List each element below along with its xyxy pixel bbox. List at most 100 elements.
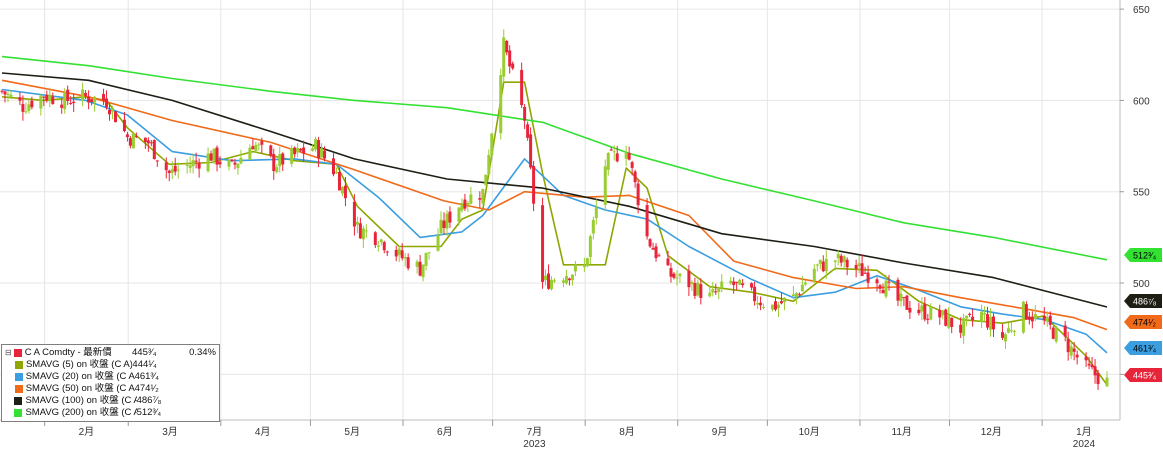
candle xyxy=(564,269,568,285)
candle xyxy=(1063,320,1067,342)
legend-swatch xyxy=(14,373,23,381)
candle xyxy=(729,276,733,285)
x-tick-label: 2月 xyxy=(79,426,95,438)
candle xyxy=(481,188,485,205)
candle xyxy=(272,148,276,180)
candle xyxy=(926,313,930,325)
candle xyxy=(1069,341,1073,360)
candle xyxy=(1030,311,1034,329)
candle xyxy=(155,160,159,167)
x-axis: 2月 3月 4月 5月 6月 7月2023 8月 9月 10月 11月 12月 1月2024 xyxy=(0,419,1120,450)
candle xyxy=(215,145,219,172)
x-tick-label: 8月 xyxy=(619,426,635,438)
series-line-5 xyxy=(1,55,1108,261)
candle xyxy=(197,158,201,178)
expand-icon[interactable]: ⊟ xyxy=(5,347,12,359)
candle xyxy=(281,152,285,171)
candle xyxy=(591,216,595,240)
x-tick-label: 5月 xyxy=(344,426,360,438)
legend-entry: ⊟ C A Comdty - 最新價 445³⁄₄ 0.34% xyxy=(5,347,216,359)
value-tag: 461³⁄₄ xyxy=(1124,341,1162,355)
candle xyxy=(51,92,55,105)
candle xyxy=(236,163,240,175)
y-tick-label: 550 xyxy=(1133,188,1150,199)
x-tick-year-label: 2023 xyxy=(523,439,546,450)
x-tick-label: 11月 xyxy=(892,426,912,438)
candle xyxy=(762,303,766,310)
candle xyxy=(1012,329,1016,337)
candle xyxy=(128,136,132,149)
candle xyxy=(971,308,975,327)
candle xyxy=(87,90,91,110)
legend-series-value: 461³⁄₄ xyxy=(134,371,160,382)
candle xyxy=(484,174,488,186)
candle xyxy=(570,273,574,286)
value-tag-label: 461³⁄₄ xyxy=(1133,344,1157,354)
candle xyxy=(296,143,300,158)
candle xyxy=(269,144,273,158)
legend-swatch xyxy=(13,349,22,357)
candle xyxy=(355,216,359,234)
candle xyxy=(547,264,551,290)
x-tick-year-label: 2024 xyxy=(1073,439,1096,450)
legend-series-name: C A Comdty - 最新價 xyxy=(24,347,112,358)
legend-series-change: 0.34% xyxy=(189,347,216,358)
candle xyxy=(102,88,106,105)
candle xyxy=(699,278,703,305)
candle xyxy=(105,90,109,110)
candle xyxy=(239,149,243,165)
legend-series-name: SMAVG (20) on 收盤 (C A) xyxy=(25,371,135,382)
candle xyxy=(1027,311,1031,325)
candle xyxy=(191,153,195,174)
candle xyxy=(358,217,362,239)
candle xyxy=(48,87,52,108)
candle xyxy=(669,262,673,283)
candle xyxy=(1003,332,1007,349)
candle xyxy=(302,140,306,162)
legend-series-value: 474¹⁄₂ xyxy=(134,383,159,394)
candle xyxy=(774,297,777,312)
candle xyxy=(561,277,565,288)
candle xyxy=(1024,301,1028,320)
candle xyxy=(657,253,661,257)
legend-series-name: SMAVG (200) on 收盤 (C A) xyxy=(25,407,137,418)
legend-swatch xyxy=(14,397,23,405)
x-tick-label: 10月 xyxy=(799,426,820,438)
candle xyxy=(373,231,377,248)
candle xyxy=(980,304,984,329)
candle xyxy=(866,265,870,289)
candle xyxy=(394,245,398,262)
candle xyxy=(818,259,822,270)
candle xyxy=(920,297,924,321)
candle xyxy=(845,257,849,276)
candle xyxy=(708,286,712,298)
candle xyxy=(986,306,990,331)
legend-entry: SMAVG (50) on 收盤 (C A) 474¹⁄₂ xyxy=(5,383,216,395)
candle xyxy=(968,312,972,318)
candle xyxy=(720,274,724,293)
candle xyxy=(427,252,431,260)
y-tick-label: 600 xyxy=(1133,96,1150,107)
candle xyxy=(332,153,335,177)
candle xyxy=(176,162,180,179)
value-tag-label: 512³⁄₄ xyxy=(1133,251,1157,261)
legend-series-value: 445³⁄₄ xyxy=(132,347,157,358)
candle xyxy=(320,143,324,158)
candle xyxy=(340,186,344,197)
candle xyxy=(529,127,533,170)
value-tag-label: 445³⁄₄ xyxy=(1133,371,1157,381)
candle xyxy=(131,131,135,149)
candle xyxy=(188,156,192,173)
candle xyxy=(738,278,742,285)
candle xyxy=(776,302,780,318)
x-tick-label: 9月 xyxy=(712,426,728,438)
candle xyxy=(624,145,628,167)
y-tick-label: 500 xyxy=(1133,279,1150,290)
candle xyxy=(508,45,512,74)
candle xyxy=(113,110,117,123)
candle xyxy=(553,278,556,284)
candle xyxy=(803,280,807,286)
candle xyxy=(902,296,906,307)
candle xyxy=(606,152,610,176)
candle xyxy=(1006,322,1010,334)
